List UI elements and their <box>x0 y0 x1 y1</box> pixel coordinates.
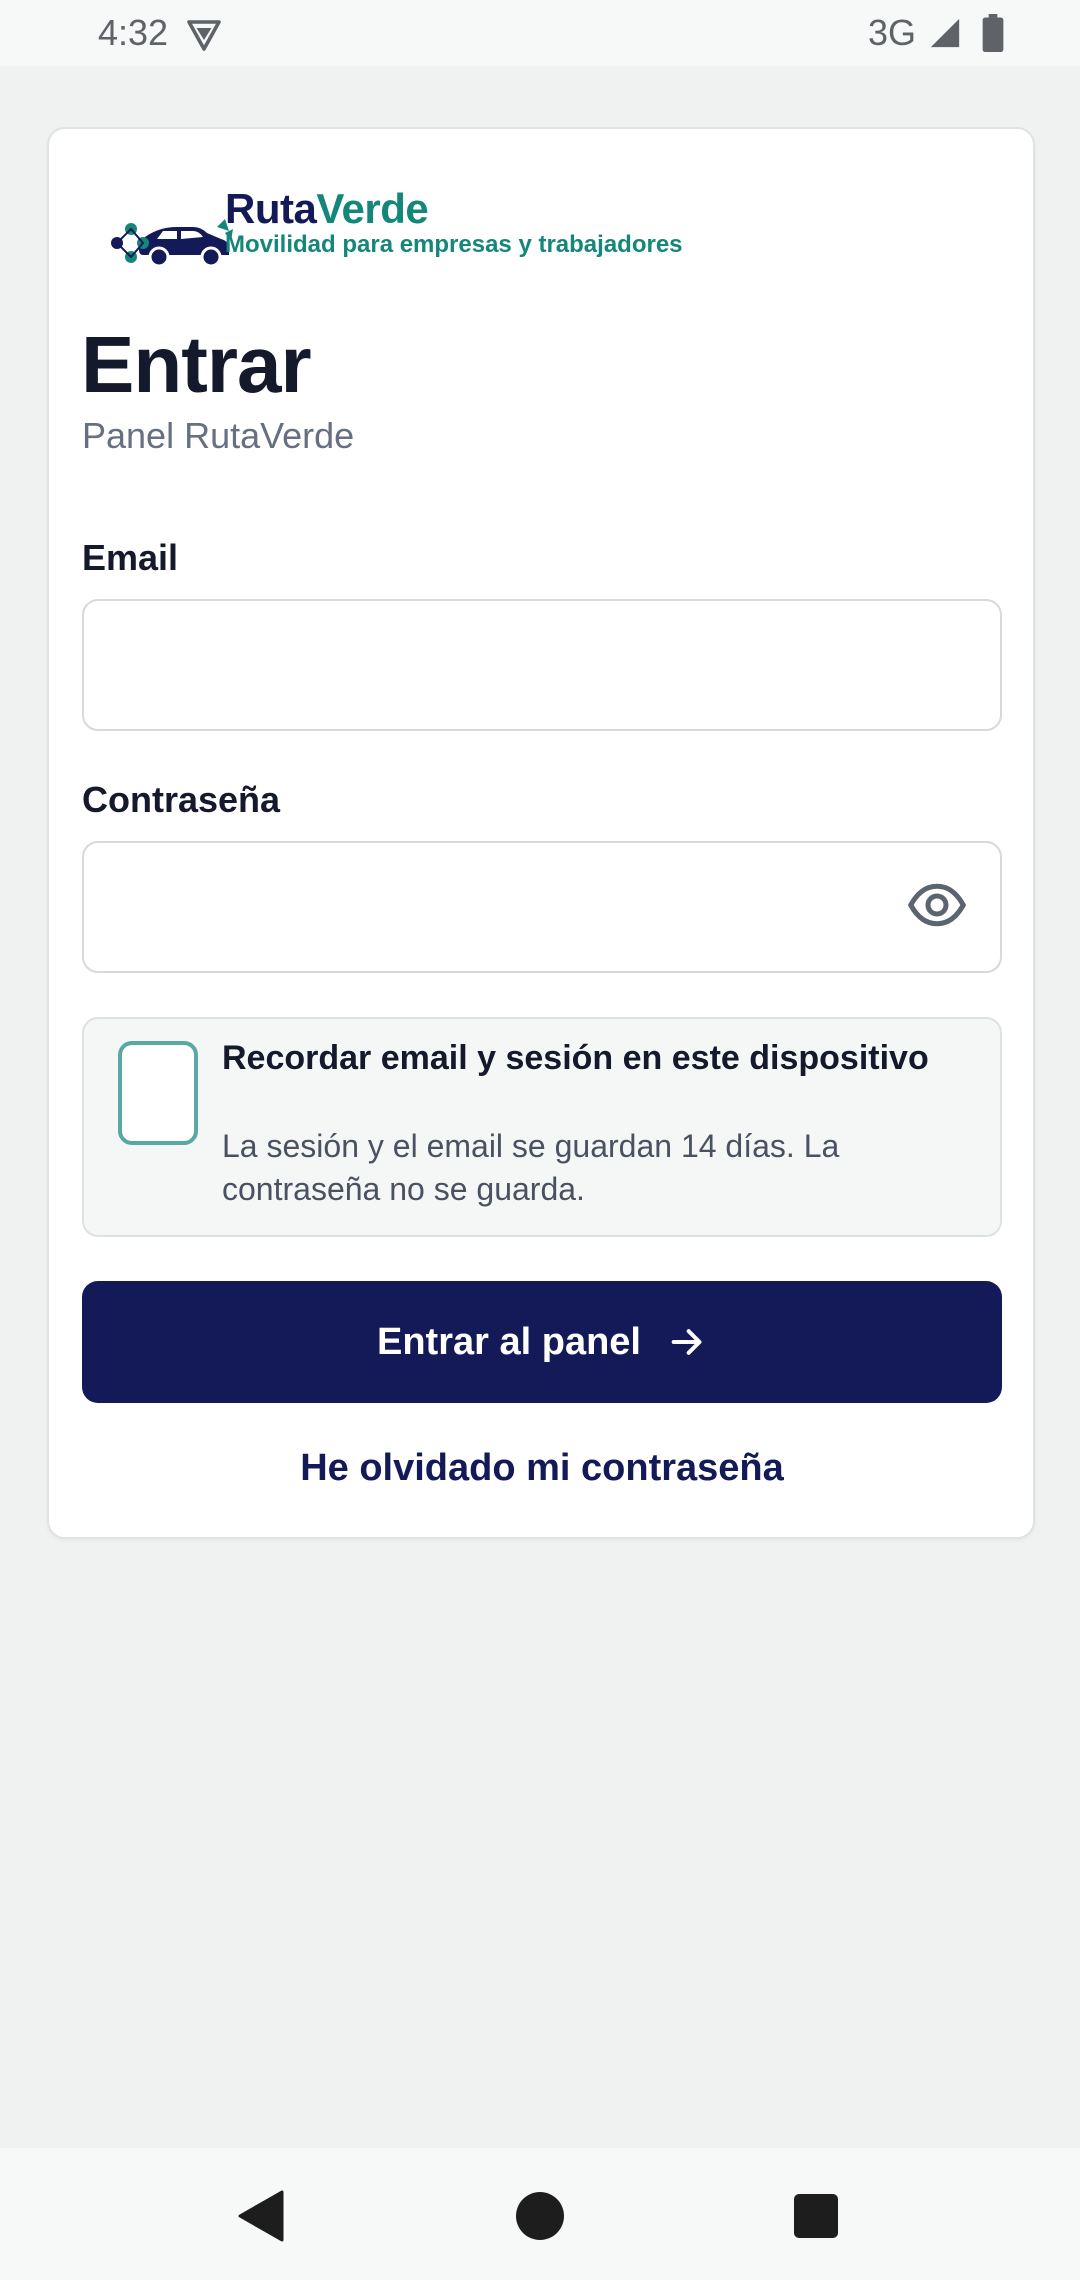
brand-name-verde: Verde <box>316 185 429 232</box>
submit-label: Entrar al panel <box>377 1320 641 1363</box>
network-type: 3G <box>868 12 917 53</box>
remember-description: La sesión y el email se guardan 14 días.… <box>222 1128 840 1207</box>
cell-signal-icon <box>930 18 960 48</box>
car-route-logo-icon <box>111 219 233 268</box>
battery-icon <box>982 14 1004 52</box>
brand-name: RutaVerde <box>225 185 429 233</box>
login-submit-button[interactable]: Entrar al panel <box>82 1281 1002 1403</box>
home-icon[interactable] <box>516 2192 564 2240</box>
system-nav-bar <box>0 2148 1080 2280</box>
password-label: Contraseña <box>82 779 281 820</box>
brand-name-ruta: Ruta <box>225 185 317 232</box>
remember-checkbox[interactable] <box>118 1041 198 1145</box>
back-icon[interactable] <box>238 2190 286 2242</box>
status-time: 4:32 <box>98 12 169 53</box>
arrow-right-icon <box>671 1329 702 1355</box>
email-field[interactable] <box>82 599 1002 731</box>
login-card: RutaVerde Movilidad para empresas y trab… <box>47 127 1035 1539</box>
forgot-password-link[interactable]: He olvidado mi contraseña <box>82 1447 1002 1490</box>
brand-tagline: Movilidad para empresas y trabajadores <box>225 231 683 258</box>
page-title: Entrar <box>81 320 312 409</box>
remember-title: Recordar email y sesión en este disposit… <box>222 1039 929 1077</box>
remember-me-option[interactable]: Recordar email y sesión en este disposit… <box>82 1017 1002 1237</box>
recents-icon[interactable] <box>794 2194 838 2238</box>
page-subtitle: Panel RutaVerde <box>82 415 355 456</box>
status-bar: 4:32 3G <box>0 0 1080 66</box>
eye-icon[interactable] <box>907 875 967 935</box>
email-label: Email <box>82 537 179 578</box>
password-field[interactable] <box>82 841 1002 973</box>
vpn-shield-icon <box>187 20 221 51</box>
